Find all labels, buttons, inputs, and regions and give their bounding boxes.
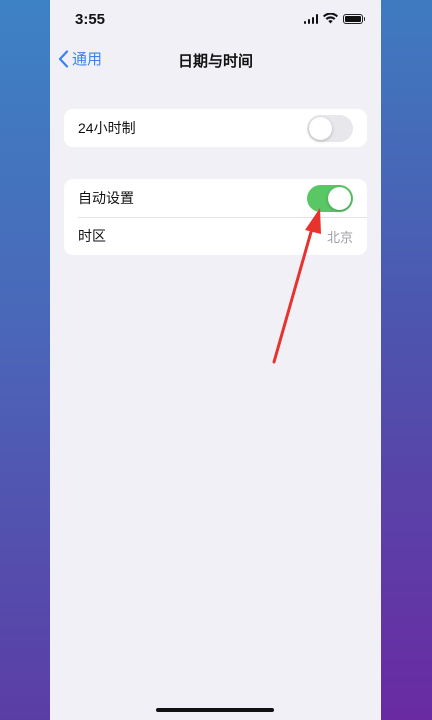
status-icons (303, 13, 365, 24)
toggle-knob (309, 117, 332, 140)
row-time-zone[interactable]: 时区 北京 (64, 217, 367, 255)
phone-screen: 3:55 通用 日期与时间 24小时制 自动设置 时区 北京 (50, 0, 381, 720)
home-indicator (156, 708, 274, 712)
page-title: 日期与时间 (177, 53, 253, 70)
wifi-icon (323, 13, 338, 24)
cellular-signal-icon (303, 13, 318, 24)
row-24-hour-label: 24小时制 (78, 120, 136, 136)
row-set-automatically: 自动设置 (64, 179, 367, 217)
status-bar: 3:55 (50, 0, 381, 40)
settings-group-auto: 自动设置 时区 北京 (64, 179, 367, 255)
battery-icon (343, 13, 365, 24)
navigation-bar: 通用 日期与时间 (50, 40, 381, 80)
background-right (381, 0, 432, 720)
row-time-zone-label: 时区 (78, 228, 106, 244)
background-left (0, 0, 50, 720)
settings-group-24h: 24小时制 (64, 109, 367, 147)
toggle-set-automatically[interactable] (307, 185, 353, 212)
toggle-24-hour[interactable] (307, 115, 353, 142)
row-24-hour: 24小时制 (64, 109, 367, 147)
status-time: 3:55 (75, 11, 106, 28)
row-set-automatically-label: 自动设置 (78, 190, 134, 206)
row-time-zone-value: 北京 (326, 229, 353, 245)
toggle-knob (328, 187, 351, 210)
